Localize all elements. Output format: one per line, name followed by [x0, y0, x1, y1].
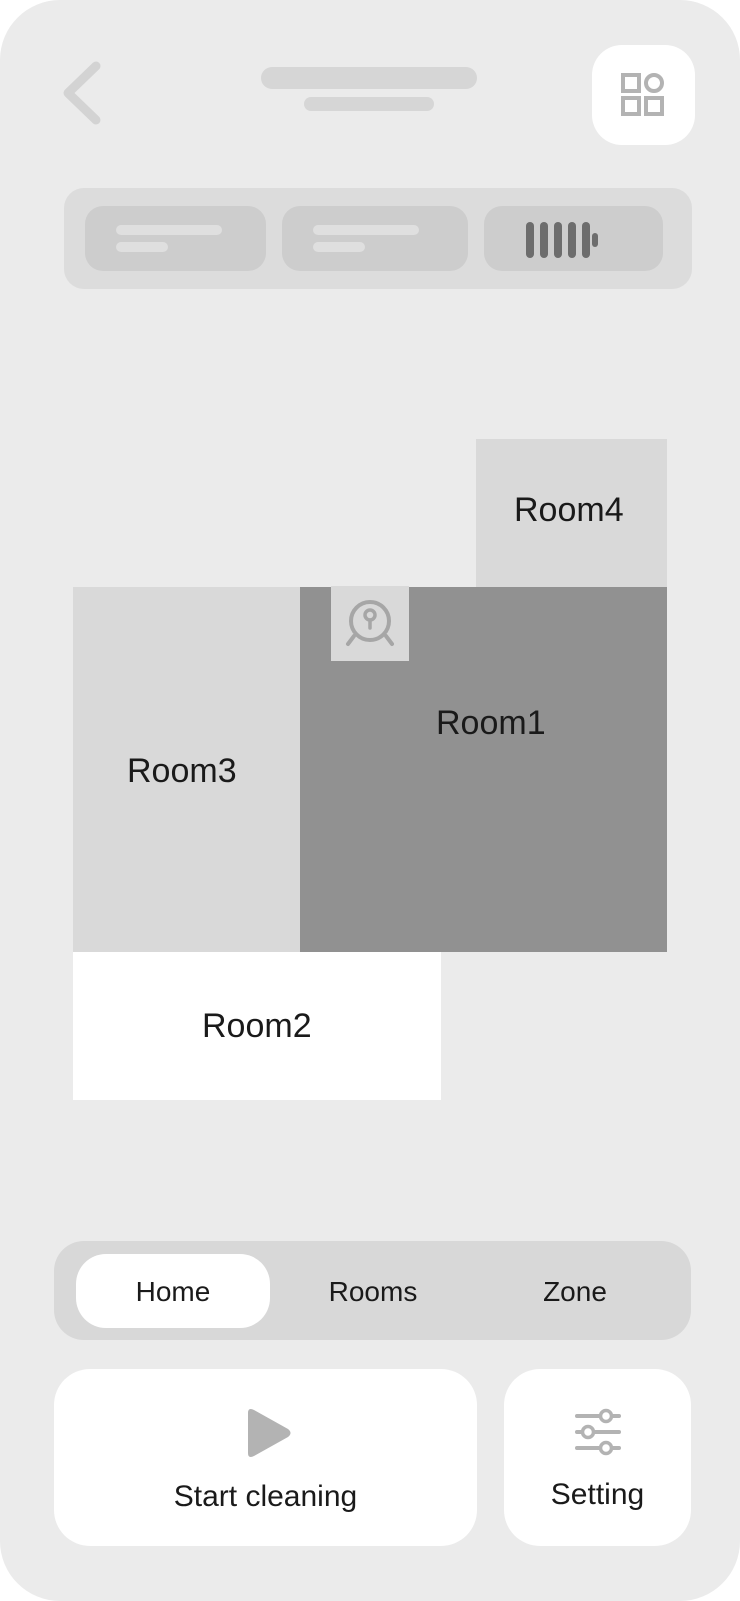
tab-zone[interactable]: Zone	[478, 1254, 672, 1328]
tab-rooms[interactable]: Rooms	[276, 1254, 470, 1328]
status-chip-1	[85, 206, 266, 271]
menu-button[interactable]	[592, 45, 695, 145]
text-placeholder	[313, 242, 365, 252]
room4-label: Room4	[514, 491, 624, 529]
app-screen: Room4 Room3 Room1 Room2 Home Rooms Zone …	[0, 0, 740, 1601]
robot-position[interactable]	[331, 586, 409, 661]
play-icon	[248, 1409, 291, 1457]
robot-vacuum-icon	[346, 600, 394, 646]
tab-home[interactable]: Home	[76, 1254, 270, 1328]
text-placeholder	[313, 225, 419, 235]
tab-home-label: Home	[135, 1276, 211, 1307]
start-cleaning-label: Start cleaning	[173, 1480, 358, 1513]
text-placeholder	[116, 225, 222, 235]
subtitle-placeholder	[304, 97, 434, 111]
room3-label: Room3	[127, 752, 237, 790]
chevron-left-icon	[63, 61, 101, 125]
battery-icon	[526, 222, 598, 258]
status-strip	[64, 188, 692, 289]
text-placeholder	[116, 242, 168, 252]
tab-rooms-label: Rooms	[328, 1276, 418, 1307]
room2-label: Room2	[202, 1007, 312, 1045]
tab-zone-label: Zone	[543, 1276, 607, 1307]
status-chip-2	[282, 206, 468, 271]
sliders-icon	[575, 1408, 621, 1456]
grid-icon	[621, 73, 664, 116]
mode-tabs: Home Rooms Zone	[54, 1241, 691, 1340]
status-chip-battery	[484, 206, 663, 271]
title-placeholder	[261, 67, 477, 89]
start-cleaning-button[interactable]: Start cleaning	[54, 1369, 477, 1546]
room1-label: Room1	[436, 704, 546, 742]
room3-area[interactable]: Room3	[73, 587, 300, 952]
setting-button[interactable]: Setting	[504, 1369, 691, 1546]
back-button[interactable]	[58, 58, 108, 128]
setting-label: Setting	[550, 1478, 645, 1511]
room4-area[interactable]: Room4	[476, 439, 667, 587]
room2-area[interactable]: Room2	[73, 952, 441, 1100]
